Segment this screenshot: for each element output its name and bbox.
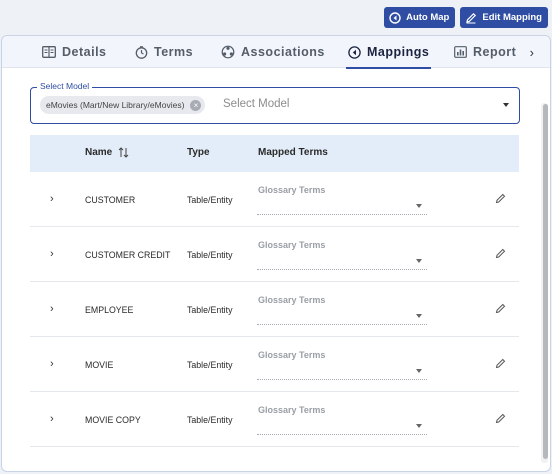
row-type: Table/Entity: [187, 305, 233, 315]
glossary-terms-label: Glossary Terms: [258, 185, 326, 195]
tab-mappings[interactable]: Mappings: [345, 36, 432, 69]
table-row[interactable]: › MOVIE COPY Table/Entity Glossary Terms: [30, 392, 519, 447]
pencil-icon[interactable]: [495, 413, 506, 424]
tab-associations-label: Associations: [241, 45, 325, 59]
column-header-mapped-terms: Mapped Terms: [258, 147, 328, 158]
glossary-terms-select[interactable]: Glossary Terms: [257, 292, 427, 325]
pencil-icon[interactable]: [495, 303, 506, 314]
mappings-icon: [348, 45, 361, 59]
tab-report[interactable]: Report: [454, 36, 516, 68]
row-name: MOVIE: [85, 360, 114, 370]
edit-mapping-button[interactable]: Edit Mapping: [460, 7, 548, 28]
tab-report-label: Report: [473, 45, 517, 59]
scrollbar-thumb[interactable]: [543, 104, 548, 459]
select-model-field[interactable]: Select Model eMovies (Mart/New Library/e…: [30, 81, 520, 124]
glossary-terms-select[interactable]: Glossary Terms: [257, 182, 427, 215]
expand-row-icon[interactable]: ›: [50, 303, 54, 315]
expand-row-icon[interactable]: ›: [50, 193, 54, 205]
row-name: MOVIE COPY: [85, 415, 141, 425]
chevron-down-icon[interactable]: [503, 103, 509, 107]
glossary-terms-select[interactable]: Glossary Terms: [257, 402, 427, 435]
column-header-name[interactable]: Name: [85, 147, 129, 158]
row-type: Table/Entity: [187, 250, 233, 260]
row-name: CUSTOMER: [85, 195, 136, 205]
select-model-legend: Select Model: [37, 81, 93, 91]
sort-icon[interactable]: [118, 147, 129, 158]
glossary-terms-label: Glossary Terms: [258, 405, 326, 415]
tab-terms[interactable]: Terms: [135, 36, 193, 68]
terms-icon: [135, 45, 148, 59]
row-type: Table/Entity: [187, 360, 233, 370]
select-model-placeholder[interactable]: Select Model: [223, 98, 289, 110]
table-row[interactable]: › CUSTOMER Table/Entity Glossary Terms: [30, 172, 519, 227]
details-icon: [42, 46, 56, 58]
edit-icon: [466, 12, 477, 23]
tab-details[interactable]: Details: [42, 36, 107, 68]
auto-map-icon: [389, 11, 401, 24]
tab-terms-label: Terms: [154, 45, 194, 59]
table-row[interactable]: › CUSTOMER CREDIT Table/Entity Glossary …: [30, 227, 519, 282]
chevron-down-icon[interactable]: [416, 314, 422, 318]
chevron-down-icon[interactable]: [416, 204, 422, 208]
glossary-terms-select[interactable]: Glossary Terms: [257, 347, 427, 380]
tab-bar: Details Terms Associations Mappings Repo…: [2, 36, 550, 69]
chevron-down-icon[interactable]: [416, 369, 422, 373]
top-actions: Auto Map Edit Mapping: [384, 7, 548, 28]
chip-remove-icon[interactable]: ×: [190, 99, 202, 111]
model-chip-label: eMovies (Mart/New Library/eMovies): [46, 100, 185, 110]
expand-row-icon[interactable]: ›: [50, 248, 54, 260]
table-row[interactable]: › EMPLOYEE Table/Entity Glossary Terms: [30, 282, 519, 337]
column-header-name-label: Name: [85, 147, 113, 158]
mappings-panel: Details Terms Associations Mappings Repo…: [1, 35, 551, 472]
chevron-down-icon[interactable]: [416, 424, 422, 428]
pencil-icon[interactable]: [495, 193, 506, 204]
row-name: CUSTOMER CREDIT: [85, 250, 171, 260]
row-type: Table/Entity: [187, 195, 233, 205]
associations-icon: [221, 45, 235, 59]
table-row[interactable]: › MOVIE Table/Entity Glossary Terms: [30, 337, 519, 392]
table-header: Name Type Mapped Terms: [30, 135, 519, 172]
edit-mapping-label: Edit Mapping: [482, 12, 542, 23]
glossary-terms-label: Glossary Terms: [258, 240, 326, 250]
glossary-terms-label: Glossary Terms: [258, 295, 326, 305]
chevron-down-icon[interactable]: [416, 259, 422, 263]
auto-map-button[interactable]: Auto Map: [384, 7, 456, 28]
expand-row-icon[interactable]: ›: [50, 413, 54, 425]
tab-associations[interactable]: Associations: [221, 36, 325, 68]
tab-mappings-label: Mappings: [367, 45, 430, 59]
row-type: Table/Entity: [187, 415, 233, 425]
column-header-type: Type: [187, 147, 210, 158]
tab-details-label: Details: [62, 45, 107, 59]
model-chip: eMovies (Mart/New Library/eMovies) ×: [40, 96, 206, 114]
glossary-terms-select[interactable]: Glossary Terms: [257, 237, 427, 270]
row-name: EMPLOYEE: [85, 305, 134, 315]
report-icon: [454, 46, 467, 58]
pencil-icon[interactable]: [495, 248, 506, 259]
pencil-icon[interactable]: [495, 358, 506, 369]
glossary-terms-label: Glossary Terms: [258, 350, 326, 360]
auto-map-label: Auto Map: [406, 12, 450, 23]
tab-scroll-right-icon[interactable]: ›: [530, 45, 534, 60]
expand-row-icon[interactable]: ›: [50, 358, 54, 370]
